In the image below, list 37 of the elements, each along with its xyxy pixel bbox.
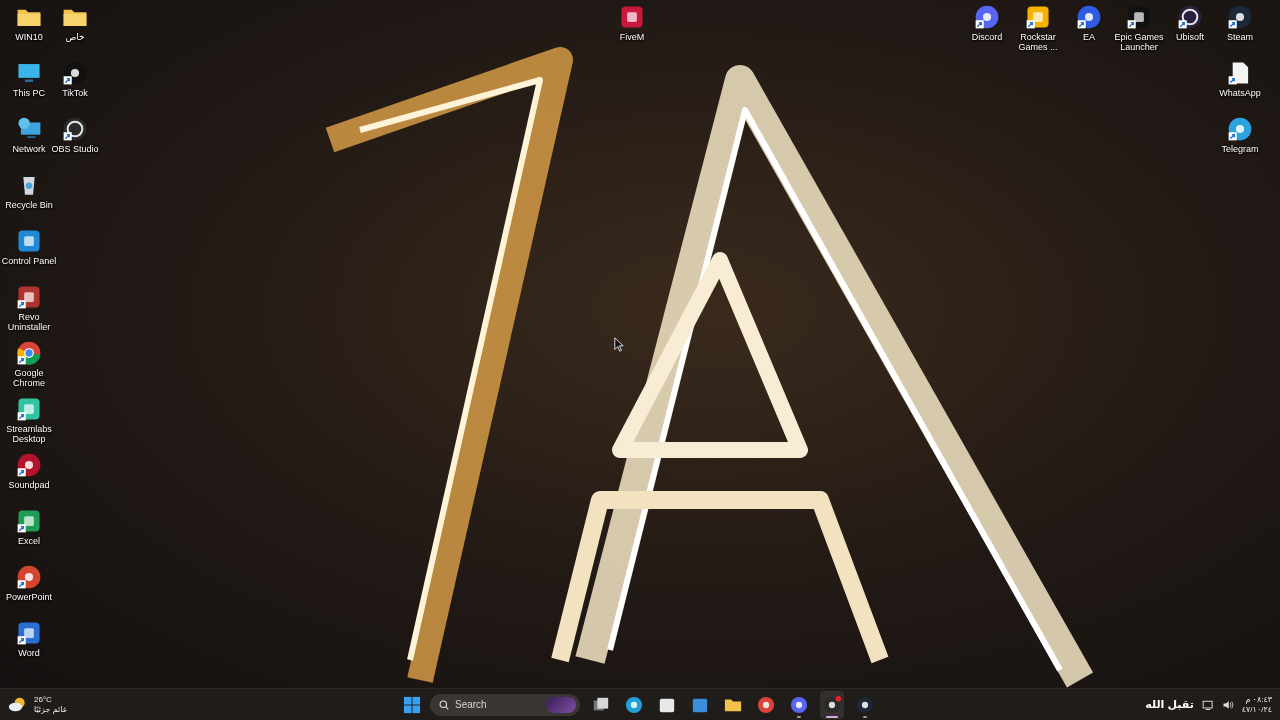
icon-label: Soundpad [8,480,50,490]
weather-condition-text: غائم جزئيًا [34,704,67,715]
date-text: ٤٧/١٠/٢٤ [1241,704,1272,715]
icon-label: Network [12,144,46,154]
icon-label: PowerPoint [6,592,52,602]
icon-label: Recycle Bin [5,200,53,210]
obs-taskbar-button[interactable] [820,690,844,719]
time-text: ٠٨:٤٣ م [1245,694,1272,705]
mouse-cursor-icon [614,337,624,352]
icon-label: OBS Studio [51,144,99,154]
icon-label: Google Chrome [12,368,46,388]
icon-label: Control Panel [1,256,57,266]
icon-label: Epic Games Launcher [1113,32,1165,52]
network-icon[interactable] [1201,698,1214,711]
icon-label: Excel [18,536,40,546]
icon-label: Word [18,648,40,658]
icon-label: خاص [65,32,85,42]
search-icon [439,699,449,710]
partly-cloudy-icon[interactable] [8,696,28,713]
volume-icon[interactable] [1221,698,1234,711]
icon-label: FiveM [619,32,645,42]
icon-label: This PC [13,88,45,98]
icon-label: WhatsApp [1219,88,1261,98]
icon-label: Rockstar Games ... [1017,32,1059,52]
icon-label: Steam [1227,32,1253,42]
icon-label: TikTok [62,88,88,98]
icon-label: Revo Uninstaller [6,312,52,332]
clock[interactable]: ٠٨:٤٣ م ٤٧/١٠/٢٤ [1241,694,1272,715]
icon-label: WIN10 [15,32,43,42]
temperature-text: 26°C [34,694,53,705]
icon-label: Telegram [1221,144,1259,154]
icon-label: Discord [971,32,1003,42]
icon-label: Ubisoft [1176,32,1204,42]
tray-text: تقبل الله [1145,698,1194,711]
icon-label: EA [1083,32,1095,42]
icon-label: Streamlabs Desktop [5,424,53,444]
windows-start-icon[interactable] [403,695,421,714]
